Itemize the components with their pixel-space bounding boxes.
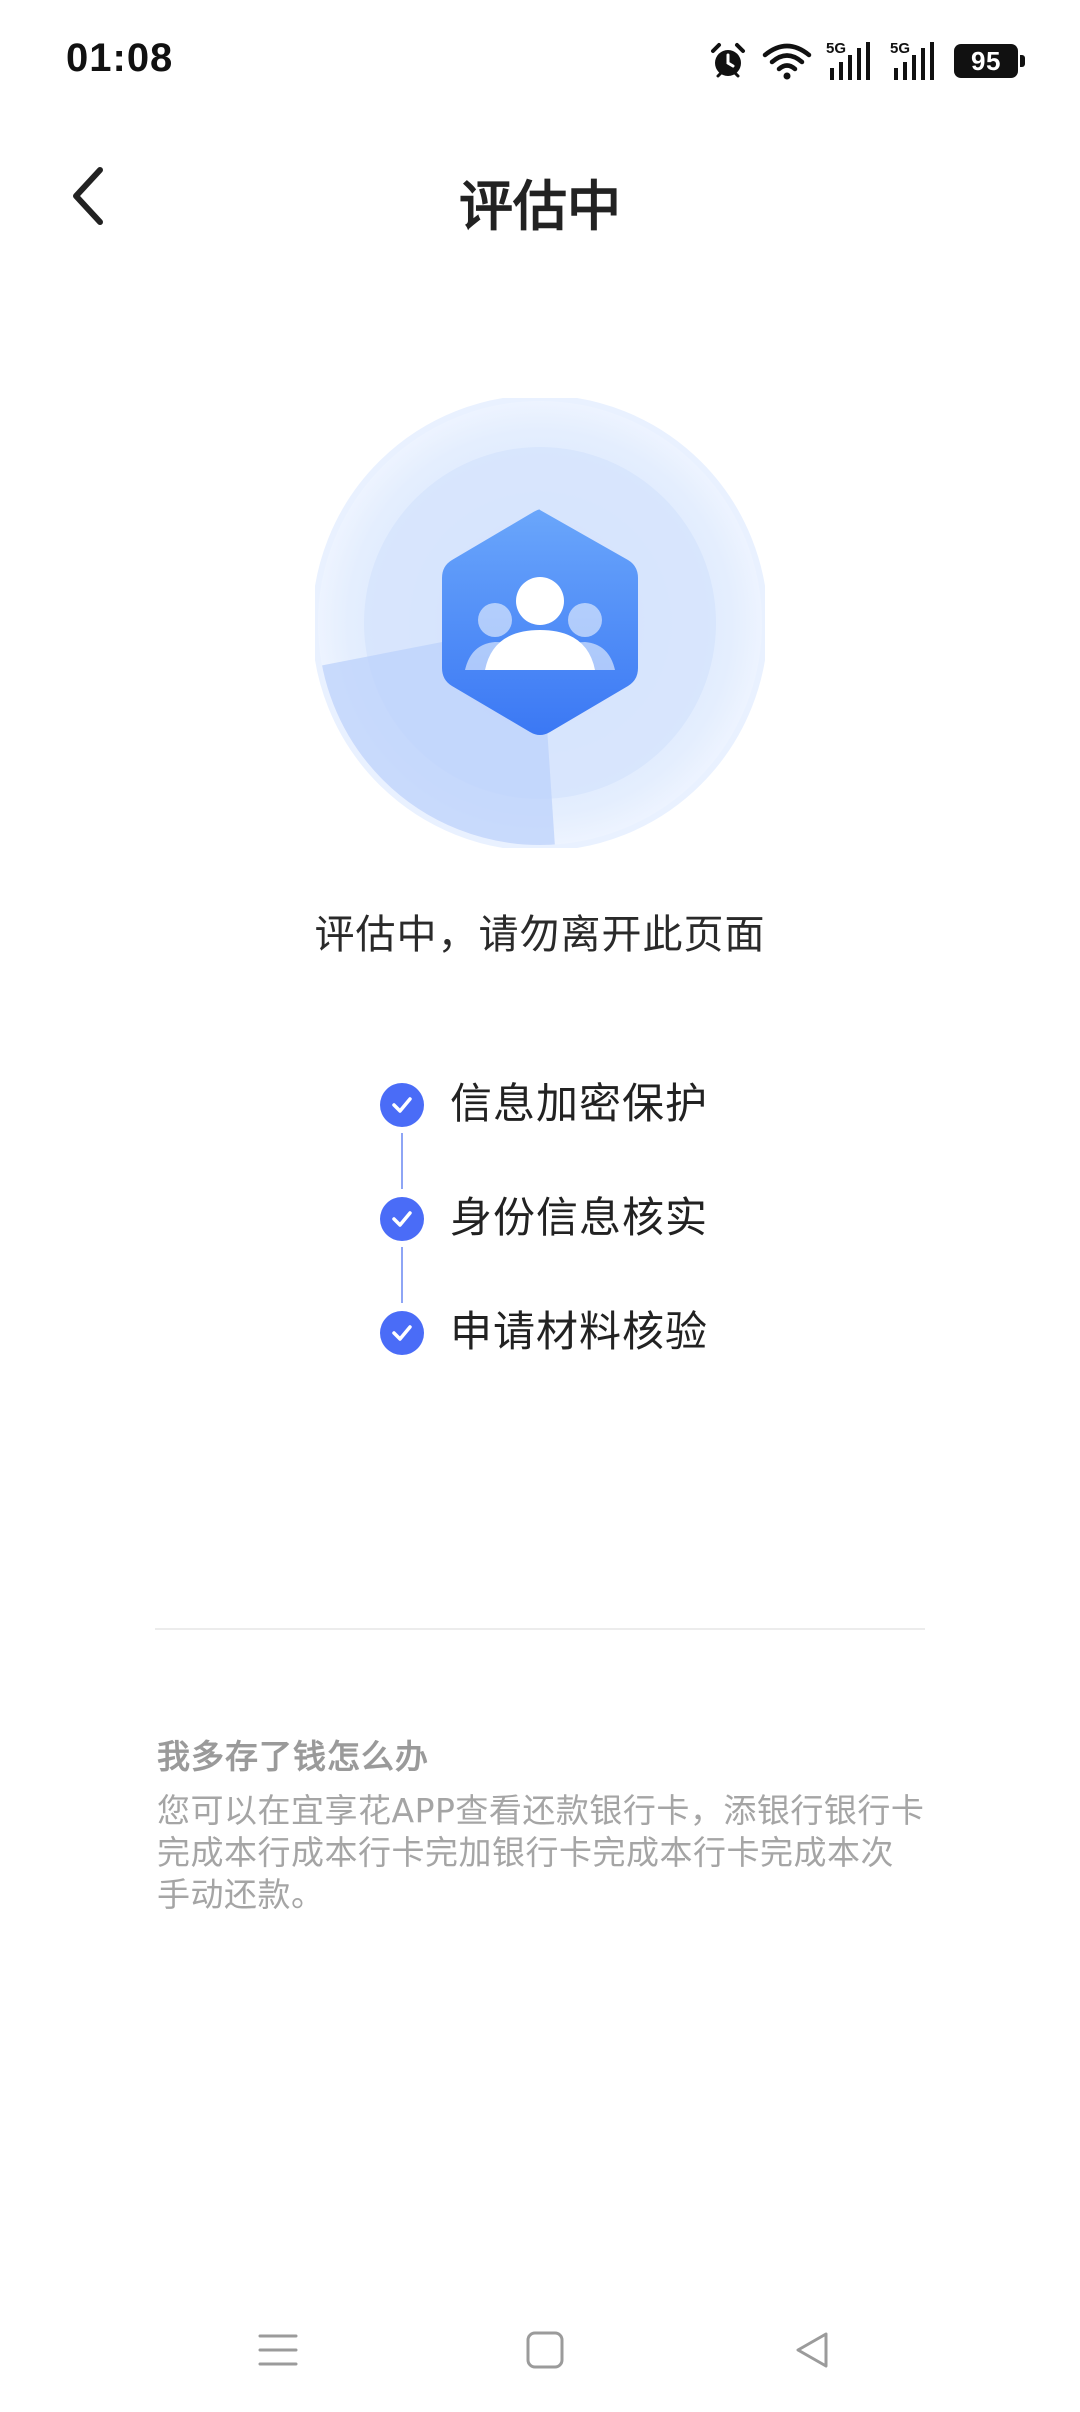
faq-title: 我多存了钱怎么办 — [157, 1737, 429, 1776]
wifi-icon — [762, 41, 812, 81]
status-bar: 01:08 5G 5G 95 — [0, 0, 1080, 120]
home-button[interactable] — [500, 2320, 590, 2380]
status-icons: 5G 5G 95 — [708, 38, 1025, 84]
radar-scan-graphic — [312, 395, 768, 851]
evaluation-status-text: 评估中，请勿离开此页面 — [314, 912, 766, 958]
home-icon — [526, 2331, 564, 2369]
back-triangle-icon — [796, 2332, 828, 2368]
battery-indicator: 95 — [954, 44, 1025, 78]
menu-icon — [258, 2334, 298, 2366]
recent-apps-button[interactable] — [233, 2320, 323, 2380]
status-time: 01:08 — [66, 36, 174, 80]
cellular-signal-icon-2: 5G — [890, 40, 940, 82]
step-label: 信息加密保护 — [450, 1079, 709, 1128]
check-circle-icon — [380, 1197, 424, 1241]
system-navigation-bar — [0, 2300, 1080, 2412]
step-connector — [401, 1133, 403, 1189]
step-connector — [401, 1247, 403, 1303]
check-circle-icon — [380, 1311, 424, 1355]
divider — [155, 1628, 925, 1630]
evaluation-illustration — [312, 395, 768, 851]
step-label: 身份信息核实 — [450, 1193, 709, 1242]
check-circle-icon — [380, 1083, 424, 1127]
step-item: 身份信息核实 — [380, 1189, 840, 1303]
page-title: 评估中 — [459, 175, 621, 238]
cellular-signal-icon: 5G — [826, 40, 876, 82]
verification-steps: 信息加密保护 身份信息核实 申请材料核验 — [380, 1075, 840, 1417]
step-item: 信息加密保护 — [380, 1075, 840, 1189]
faq-body: 您可以在宜享花APP查看还款银行卡，添银行银行卡完成本行成本行卡完加银行卡完成本… — [157, 1791, 925, 1914]
header: 评估中 — [0, 140, 1080, 250]
step-label: 申请材料核验 — [450, 1307, 709, 1356]
evaluation-page: 01:08 5G 5G 95 评估中 评估中，请勿离开此页面 信息加密保护 身份… — [0, 0, 1080, 2412]
step-item: 申请材料核验 — [380, 1303, 840, 1417]
system-back-button[interactable] — [767, 2320, 857, 2380]
alarm-icon — [708, 41, 748, 81]
battery-level: 95 — [971, 45, 1001, 76]
